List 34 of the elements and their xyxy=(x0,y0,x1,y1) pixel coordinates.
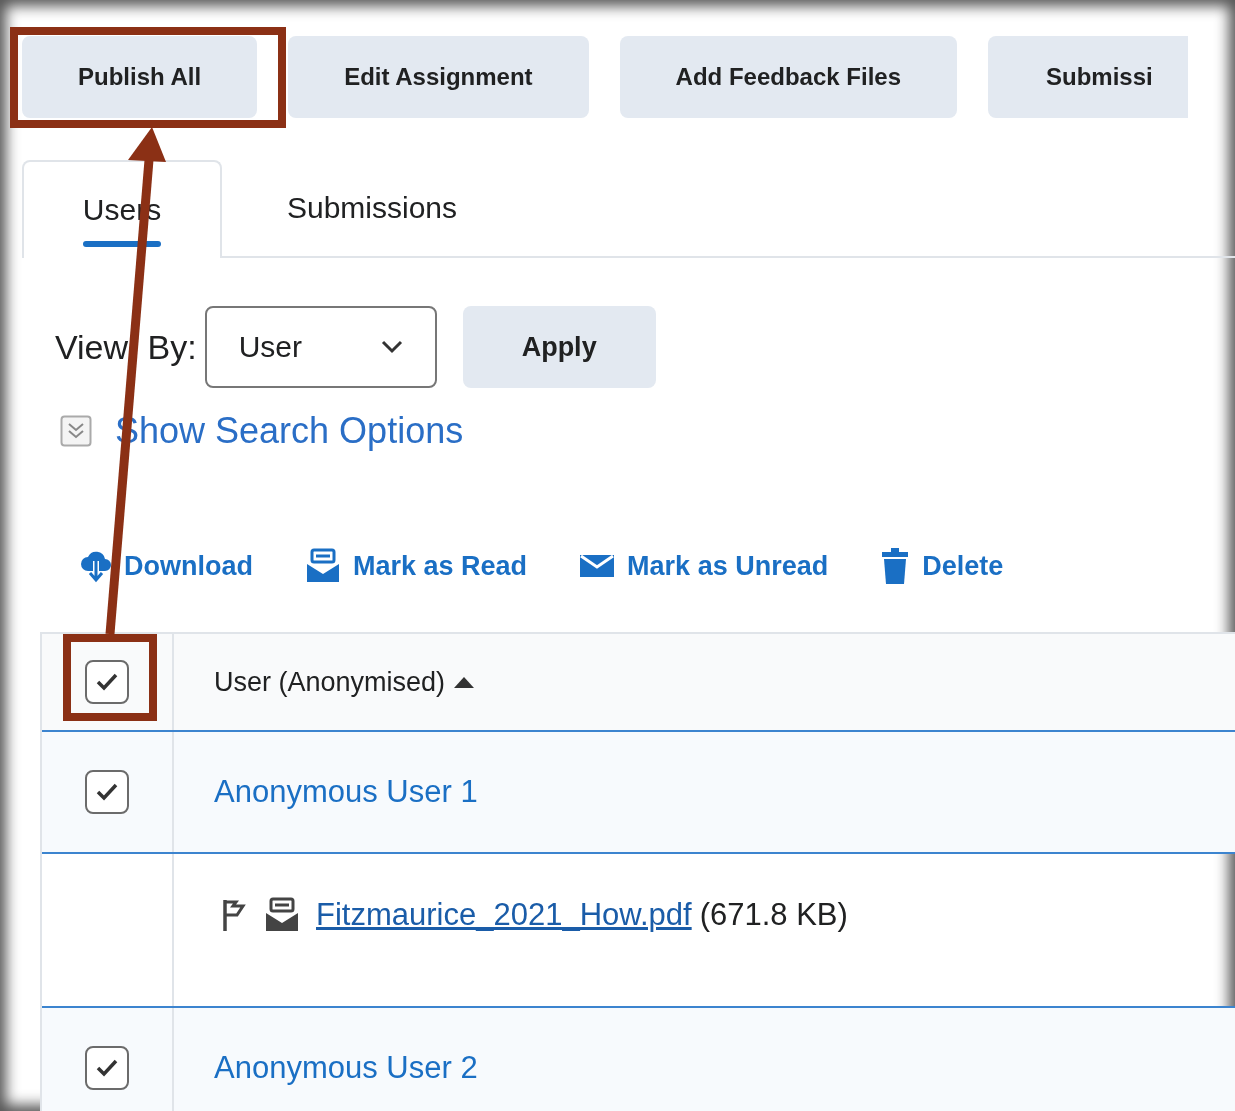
trash-icon xyxy=(880,548,911,584)
file-link[interactable]: Fitzmaurice_2021_How.pdf xyxy=(316,897,692,933)
download-icon xyxy=(80,549,112,583)
row-checkbox[interactable] xyxy=(85,1046,129,1090)
view-by-label: View By: xyxy=(55,327,197,367)
chevron-down-icon xyxy=(380,340,403,354)
user-link[interactable]: Anonymous User 2 xyxy=(214,1050,478,1086)
column-header[interactable]: User (Anonymised) xyxy=(214,666,446,698)
view-by-dropdown[interactable]: User xyxy=(204,306,437,388)
action-link[interactable]: Download xyxy=(80,549,253,583)
checkmark-icon xyxy=(95,782,119,802)
user-link[interactable]: Anonymous User 1 xyxy=(214,774,478,810)
toolbar-button[interactable]: Submissi xyxy=(988,36,1188,118)
sort-ascending-icon[interactable] xyxy=(453,675,476,689)
expand-icon[interactable] xyxy=(60,415,92,447)
toolbar-button[interactable]: Add Feedback Files xyxy=(619,36,957,118)
envelope-icon xyxy=(579,553,616,579)
action-link[interactable]: Mark as Read xyxy=(305,548,528,584)
open-envelope-icon[interactable] xyxy=(264,897,300,933)
row-checkbox[interactable] xyxy=(85,770,129,814)
checkmark-icon xyxy=(95,1058,119,1078)
table-row[interactable]: Anonymous User 1 xyxy=(42,730,1235,854)
table-row[interactable]: Anonymous User 2 xyxy=(42,1006,1235,1111)
tab[interactable]: Submissions xyxy=(222,160,522,258)
apply-button[interactable]: Apply xyxy=(462,306,656,388)
select-all-checkbox[interactable] xyxy=(85,660,129,704)
toolbar-button[interactable]: Publish All xyxy=(22,36,258,118)
checkmark-icon xyxy=(95,672,119,692)
action-link[interactable]: Delete xyxy=(880,548,1004,584)
flag-icon[interactable] xyxy=(222,898,248,932)
action-link[interactable]: Mark as Unread xyxy=(579,550,829,582)
open-envelope-icon xyxy=(305,548,341,584)
file-size: (671.8 KB) xyxy=(699,897,848,933)
toolbar-button[interactable]: Edit Assignment xyxy=(288,36,589,118)
